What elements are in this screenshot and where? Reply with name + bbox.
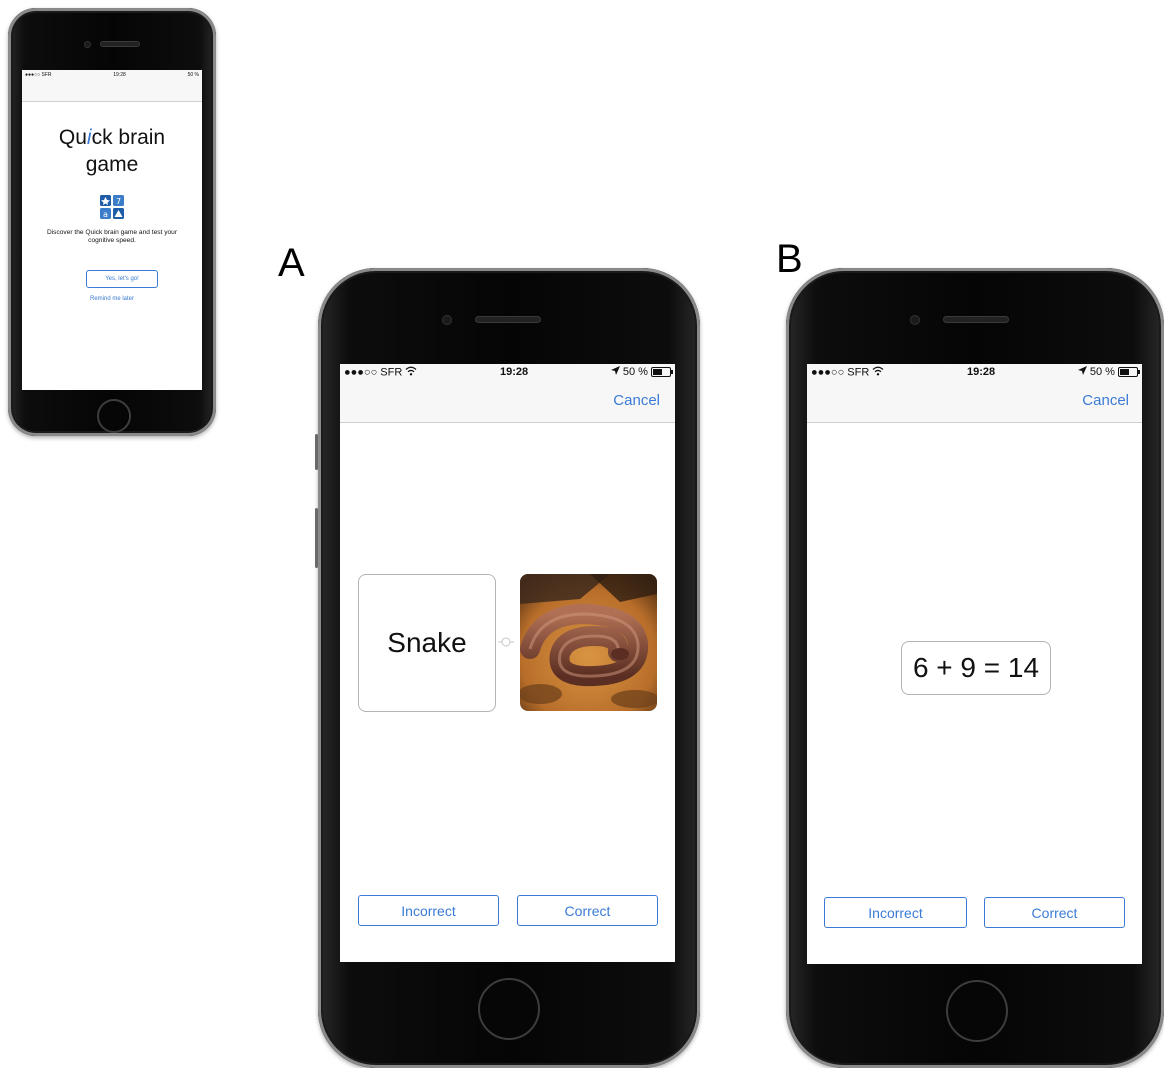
location-arrow-icon [1077, 366, 1087, 378]
yes-lets-go-button[interactable]: Yes, let's go! [86, 270, 158, 288]
carrier-label: ●●●○○ SFR [25, 71, 52, 78]
game-screen-a: ●●●○○ SFR 19:28 50 % Cancel Snake Incorr… [340, 364, 675, 962]
status-time: 19:28 [500, 366, 529, 378]
battery-icon [651, 367, 673, 378]
front-camera [442, 315, 452, 325]
earpiece-speaker [943, 316, 1009, 323]
cancel-button[interactable]: Cancel [1082, 392, 1129, 409]
correct-button[interactable]: Correct [984, 897, 1125, 928]
earpiece-speaker [100, 41, 140, 47]
front-camera [84, 41, 91, 48]
phone-b: ●●●○○ SFR 19:28 50 % Cancel 6 + 9 = 14 I… [786, 268, 1164, 1068]
cancel-button[interactable]: Cancel [613, 392, 660, 409]
earpiece-speaker [475, 316, 541, 323]
intro-title: Quick brain game [58, 126, 166, 176]
word-card: Snake [358, 574, 496, 712]
remind-me-later-link[interactable]: Remind me later [22, 296, 202, 302]
game-screen-b: ●●●○○ SFR 19:28 50 % Cancel 6 + 9 = 14 I… [807, 364, 1142, 964]
carrier-label: ●●●○○ SFR [811, 366, 884, 379]
home-button[interactable] [97, 399, 131, 433]
battery-status: 50 % [610, 366, 673, 378]
correct-button[interactable]: Correct [517, 895, 658, 926]
location-arrow-icon [610, 366, 620, 378]
status-bar: ●●●○○ SFR 19:28 50 % [340, 364, 675, 380]
intro-description: Discover the Quick brain game and test y… [46, 229, 178, 244]
battery-label: 50 % [187, 71, 199, 78]
wifi-icon [872, 366, 884, 379]
carrier-label: ●●●○○ SFR [344, 366, 417, 379]
phone-a: ●●●○○ SFR 19:28 50 % Cancel Snake Incorr… [315, 268, 700, 1068]
svg-text:a: a [103, 210, 108, 219]
status-time: 19:28 [967, 366, 996, 378]
nav-bar [22, 79, 202, 102]
front-camera [910, 315, 920, 325]
status-bar: ●●●○○ SFR 19:28 50 % [807, 364, 1142, 380]
battery-status: 50 % [1077, 366, 1140, 378]
incorrect-button[interactable]: Incorrect [824, 897, 967, 928]
volume-button [315, 508, 318, 568]
nav-bar: Cancel [807, 380, 1142, 423]
incorrect-button[interactable]: Incorrect [358, 895, 499, 926]
equation-card: 6 + 9 = 14 [901, 641, 1051, 695]
status-bar: ●●●○○ SFR 19:28 50 % [22, 70, 202, 79]
wifi-icon [405, 366, 417, 379]
panel-label-b: B [776, 237, 803, 281]
phone-intro: ●●●○○ SFR 19:28 50 % Quick brain game 7 … [8, 8, 216, 436]
status-time: 19:28 [113, 71, 126, 78]
quick-brain-logo-icon: 7 a [100, 195, 124, 219]
home-button[interactable] [478, 978, 540, 1040]
battery-icon [1118, 367, 1140, 378]
home-button[interactable] [946, 980, 1008, 1042]
nav-bar: Cancel [340, 380, 675, 423]
snake-photo [520, 574, 657, 711]
volume-button [315, 434, 318, 470]
svg-text:7: 7 [116, 197, 121, 206]
panel-label-a: A [278, 241, 305, 285]
intro-screen: ●●●○○ SFR 19:28 50 % Quick brain game 7 … [22, 70, 202, 390]
link-icon [498, 634, 514, 650]
